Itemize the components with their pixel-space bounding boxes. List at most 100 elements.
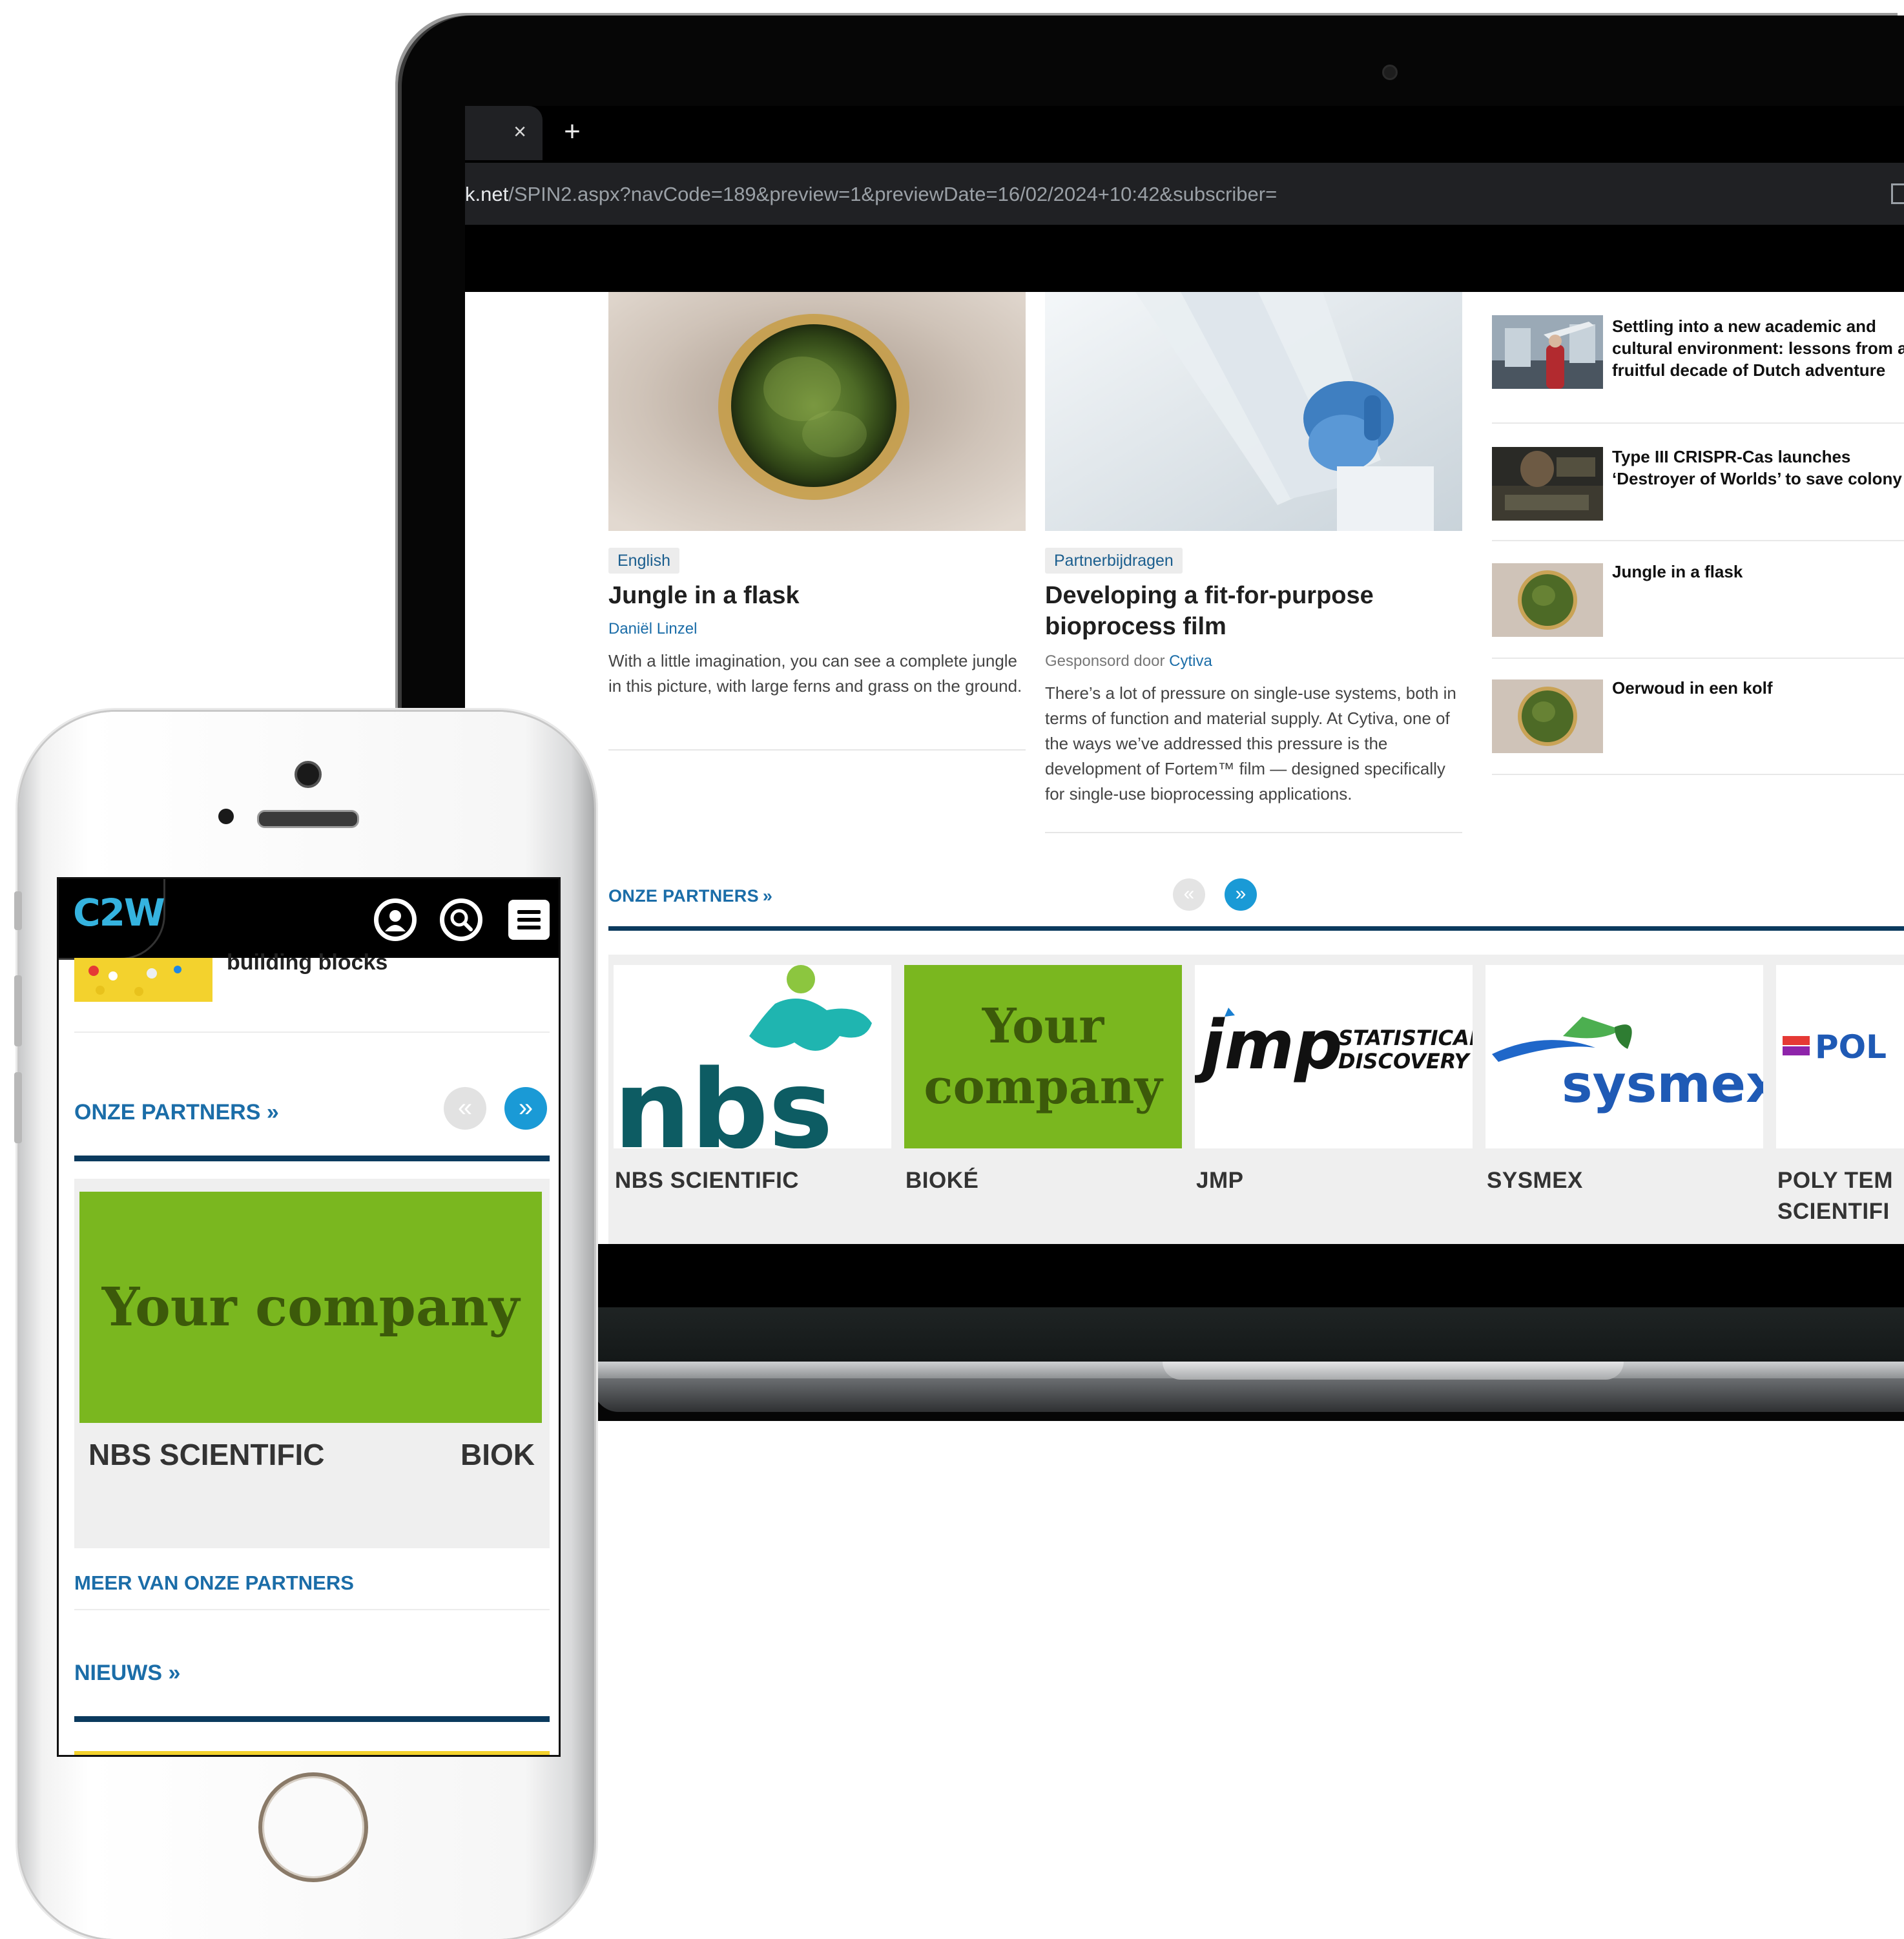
carousel-prev-button[interactable]: « [444, 1087, 486, 1130]
chevron-right-icon: » [266, 1100, 279, 1125]
divider [74, 1032, 550, 1033]
bookmarks-bar [465, 225, 1904, 292]
your-company-text: Your company [924, 999, 1163, 1115]
more-partners-link[interactable]: MEER VAN ONZE PARTNERS [74, 1571, 354, 1595]
web-page: English Jungle in a flask Daniël Linzel … [465, 292, 1904, 1244]
browser-tab-bar [465, 106, 1904, 163]
sidebar-title[interactable]: Jungle in a flask [1612, 561, 1904, 583]
user-icon-inner [378, 903, 412, 937]
article-image-flask[interactable] [608, 292, 1026, 531]
sidebar-thumb[interactable] [1492, 447, 1603, 521]
site-logo[interactable]: C2W [73, 891, 165, 935]
carousel-prev-button[interactable]: « [1173, 878, 1205, 911]
partner-logo-nbs[interactable]: nbs [614, 965, 891, 1148]
partner-name[interactable]: NBS SCIENTIFIC [615, 1165, 799, 1196]
article-author[interactable]: Daniël Linzel [608, 620, 697, 638]
divider [74, 1609, 550, 1610]
divider [1492, 658, 1904, 659]
laptop-camera [1382, 65, 1398, 80]
laptop-screen-bottom [593, 1244, 1904, 1307]
partners-heading-label: ONZE PARTNERS [74, 1100, 261, 1125]
partners-heading[interactable]: ONZE PARTNERS » [74, 1100, 279, 1125]
browser-tab[interactable] [465, 106, 543, 160]
sidebar-article[interactable]: Type III CRISPR-Cas launches ‘Destroyer … [1492, 446, 1904, 541]
article-sponsor: Gesponsord door Cytiva [1045, 652, 1212, 670]
partners-heading[interactable]: ONZE PARTNERS» [608, 886, 772, 906]
phone-mute-switch [14, 891, 22, 930]
carousel-next-button[interactable]: » [1225, 878, 1257, 911]
sidebar-article[interactable]: Settling into a new academic and cultura… [1492, 315, 1904, 424]
menu-line [517, 918, 541, 922]
article-title[interactable]: Developing a fit-for-purpose bioprocess … [1045, 580, 1462, 642]
partner-name[interactable]: SYSMEX [1487, 1165, 1583, 1196]
partner-logo-your-company[interactable]: Your company [79, 1192, 542, 1423]
partner-name[interactable]: NBS SCIENTIFIC [88, 1437, 324, 1472]
news-title[interactable]: building blocks [227, 950, 388, 975]
address-host: k.net [465, 183, 509, 205]
partners-carousel: nbs NBS SCIENTIFIC Your company BIOKÉ jm… [608, 955, 1904, 1244]
user-icon[interactable] [374, 898, 417, 941]
sidebar-article[interactable]: Oerwoud in een kolf [1492, 677, 1904, 775]
partner-logo-jmp[interactable]: jmp STATISTICAL DISCOVERY [1195, 965, 1473, 1148]
news-heading[interactable]: NIEUWS » [74, 1661, 180, 1686]
news-heading-label: NIEUWS [74, 1661, 162, 1685]
jmp-logo-text: jmp [1195, 1006, 1342, 1084]
search-icon[interactable] [440, 898, 482, 941]
sidebar-title[interactable]: Oerwoud in een kolf [1612, 677, 1904, 699]
search-icon-inner [444, 903, 478, 937]
tab-close-icon[interactable]: × [510, 115, 530, 149]
divider [1492, 540, 1904, 541]
phone-home-button[interactable] [258, 1772, 368, 1882]
article-image-film[interactable] [1045, 292, 1462, 531]
carousel-next-button[interactable]: » [504, 1087, 547, 1130]
sidebar-thumb[interactable] [1492, 563, 1603, 637]
partners-divider [608, 926, 1904, 931]
new-tab-button[interactable]: + [555, 112, 589, 151]
partners-carousel: Your company NBS SCIENTIFIC BIOK [74, 1179, 550, 1548]
chevron-right-icon: » [168, 1661, 181, 1685]
phone-speaker [257, 810, 359, 828]
jmp-logo-sub2: DISCOVERY [1338, 1049, 1471, 1073]
article-summary: There’s a lot of pressure on single-use … [1045, 683, 1456, 804]
article-tag[interactable]: Partnerbijdragen [1045, 548, 1183, 574]
news-divider [74, 1716, 550, 1722]
divider [1492, 774, 1904, 775]
sidebar-title[interactable]: Settling into a new academic and cultura… [1612, 315, 1904, 381]
laptop-base [593, 1307, 1904, 1362]
bookmark-icon[interactable] [1891, 183, 1904, 204]
partner-logo-polytem[interactable]: POL [1776, 965, 1904, 1148]
partner-name[interactable]: JMP [1196, 1165, 1243, 1196]
partner-logo-your-company[interactable]: Your company [904, 965, 1182, 1148]
polytem-logo-text: POL [1815, 1028, 1887, 1066]
laptop-foot [593, 1378, 1904, 1412]
divider [608, 749, 1026, 751]
phone-camera [295, 761, 322, 788]
chevron-right-icon: » [762, 886, 773, 906]
sponsor-link[interactable]: Cytiva [1169, 652, 1212, 670]
news-thumb-building-blocks[interactable] [74, 958, 212, 1002]
mobile-header: C2W [59, 879, 559, 960]
sponsor-prefix: Gesponsord door [1045, 652, 1165, 670]
nbs-logo-text: nbs [614, 1046, 833, 1148]
address-url[interactable]: k.net/SPIN2.aspx?navCode=189&preview=1&p… [465, 178, 1277, 211]
partner-name[interactable]: POLY TEM SCIENTIFI [1777, 1165, 1904, 1227]
partner-name[interactable]: BIOK [460, 1437, 535, 1472]
article-tag[interactable]: English [608, 548, 679, 574]
laptop-notch [1163, 1362, 1624, 1380]
partner-logo-sysmex[interactable]: sysmex [1485, 965, 1763, 1148]
article-title[interactable]: Jungle in a flask [608, 580, 1026, 611]
address-path: /SPIN2.aspx?navCode=189&preview=1&previe… [508, 183, 1278, 205]
sidebar-thumb[interactable] [1492, 315, 1603, 389]
sidebar-title[interactable]: Type III CRISPR-Cas launches ‘Destroyer … [1612, 446, 1904, 490]
phone-screen: C2W building blocks ONZE PARTNERS » « » … [57, 877, 561, 1757]
sidebar-thumb[interactable] [1492, 679, 1603, 753]
partner-name[interactable]: BIOKÉ [905, 1165, 978, 1196]
divider [1492, 422, 1904, 424]
menu-line [517, 926, 541, 929]
phone-volume-up [14, 975, 22, 1046]
hamburger-menu-icon[interactable] [508, 900, 550, 940]
sidebar-article[interactable]: Jungle in a flask [1492, 561, 1904, 659]
divider [1045, 832, 1462, 833]
partners-heading-label: ONZE PARTNERS [608, 886, 759, 906]
partners-divider [74, 1156, 550, 1161]
